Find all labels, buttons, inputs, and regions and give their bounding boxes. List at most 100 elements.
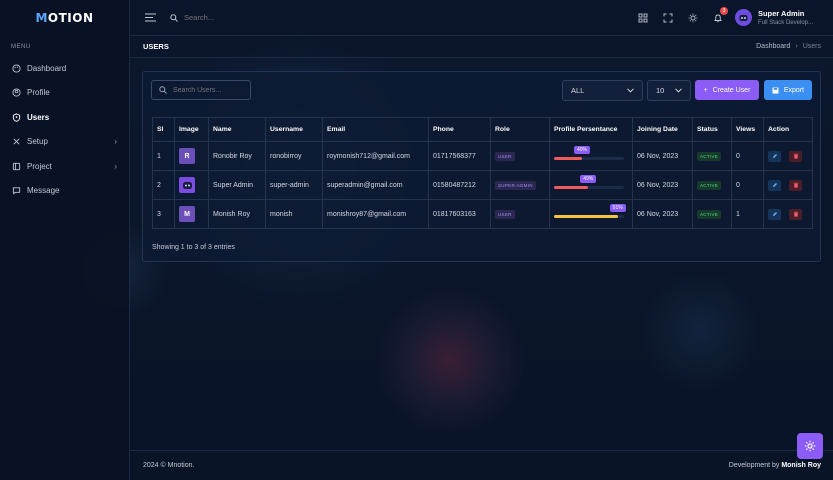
sidebar-item-project[interactable]: Project › [0, 154, 129, 179]
shield-user-icon [12, 113, 21, 122]
trash-icon [793, 211, 798, 217]
cell-role: SUPER-ADMIN [490, 170, 550, 200]
cell-views: 0 [731, 141, 764, 171]
chevron-down-icon [675, 88, 682, 93]
progress-label: 40% [573, 146, 591, 154]
cell-action [763, 170, 813, 200]
cell-sl: 2 [152, 170, 175, 200]
table-row[interactable]: 2 Super Admin super-admin superadmin@gma… [152, 170, 813, 200]
create-user-button[interactable]: + Create User [695, 80, 759, 100]
search-icon [170, 13, 178, 22]
column-header[interactable]: Views [731, 117, 764, 142]
table-row[interactable]: 1 R Ronobir Roy ronobirroy roymonish712@… [152, 141, 813, 171]
page-size-select[interactable]: 10 [647, 80, 691, 101]
column-header[interactable]: Phone [428, 117, 491, 142]
pagination-info: Showing 1 to 3 of 3 entries [152, 244, 235, 251]
profile-progress: 40% [554, 146, 624, 163]
breadcrumb-dashboard[interactable]: Dashboard [756, 43, 790, 50]
table-header-row: Sl Image Name Username Email Phone Role … [152, 117, 813, 142]
sidebar-item-message[interactable]: Message [0, 179, 129, 204]
column-header[interactable]: Name [208, 117, 266, 142]
search-users-field[interactable] [151, 80, 251, 100]
export-button[interactable]: Export [764, 80, 812, 100]
progress-fill [554, 215, 618, 218]
cell-views: 0 [731, 170, 764, 200]
topbar: 3 Super Admin Full Stack Develop... [130, 0, 833, 36]
column-header[interactable]: Profile Persentance [549, 117, 633, 142]
page-header: USERS Dashboard › Users [130, 36, 833, 58]
column-header[interactable]: Joining Date [632, 117, 693, 142]
sidebar-item-profile[interactable]: Profile [0, 81, 129, 106]
cell-joining-date: 06 Nov, 2023 [632, 199, 693, 229]
sidebar-item-users[interactable]: Users [0, 105, 129, 130]
save-icon [772, 87, 779, 93]
trash-icon [793, 182, 798, 188]
column-header[interactable]: Sl [152, 117, 175, 142]
sidebar-item-setup[interactable]: Setup › [0, 130, 129, 155]
column-header[interactable]: Image [174, 117, 209, 142]
cell-joining-date: 06 Nov, 2023 [632, 170, 693, 200]
cell-sl: 3 [152, 199, 175, 229]
cell-username: super-admin [265, 170, 323, 200]
breadcrumb: Dashboard › Users [756, 43, 821, 50]
column-header[interactable]: Email [322, 117, 429, 142]
role-badge: USER [495, 151, 515, 161]
edit-button[interactable] [768, 150, 781, 162]
menu-label: MENU [11, 44, 31, 50]
profile-progress: 91% [554, 204, 626, 221]
settings-button[interactable] [797, 433, 823, 459]
cell-phone: 01817603163 [428, 199, 491, 229]
sidebar-item-label: Users [27, 112, 50, 122]
role-filter-select[interactable]: ALL [562, 80, 643, 101]
pencil-icon [772, 154, 777, 158]
delete-button[interactable] [789, 179, 802, 191]
progress-label: 91% [609, 204, 626, 212]
sidebar-item-label: Dashboard [27, 63, 67, 73]
menu-toggle-icon[interactable] [145, 13, 156, 22]
user-menu[interactable]: Super Admin Full Stack Develop... [734, 9, 813, 26]
column-header[interactable]: Action [763, 117, 813, 142]
apps-grid-icon[interactable] [638, 13, 648, 23]
edit-button[interactable] [768, 208, 781, 220]
chevron-right-icon: › [114, 137, 117, 147]
search-input[interactable] [184, 13, 274, 22]
sidebar-item-dashboard[interactable]: Dashboard [0, 56, 129, 81]
robot-avatar-icon [179, 177, 195, 193]
cell-name: Ronobir Roy [208, 141, 266, 171]
sun-icon[interactable] [688, 13, 698, 23]
palette-icon [12, 64, 21, 73]
table-row[interactable]: 3 M Monish Roy monish monishroy87@gmail.… [152, 199, 813, 229]
cell-joining-date: 06 Nov, 2023 [632, 141, 693, 171]
cell-status: ACTIVE [692, 141, 732, 171]
cell-name: Monish Roy [208, 199, 266, 229]
progress-fill [554, 157, 582, 160]
cell-progress: 49% [549, 170, 633, 200]
sidebar: M OTION MENU Dashboard Profile Users Setu… [0, 0, 130, 480]
cell-views: 1 [731, 199, 764, 229]
search-users-input[interactable] [173, 86, 248, 94]
chevron-right-icon: › [114, 161, 117, 171]
edit-button[interactable] [768, 179, 781, 191]
delete-button[interactable] [789, 208, 802, 220]
cell-phone: 01717568377 [428, 141, 491, 171]
cell-status: ACTIVE [692, 199, 732, 229]
fullscreen-icon[interactable] [663, 13, 673, 23]
status-badge: ACTIVE [697, 151, 722, 161]
progress-label: 49% [580, 175, 597, 183]
notifications[interactable]: 3 [713, 6, 728, 23]
cell-progress: 40% [549, 141, 633, 171]
column-header[interactable]: Status [692, 117, 732, 142]
delete-button[interactable] [789, 150, 802, 162]
column-header[interactable]: Role [490, 117, 550, 142]
cell-status: ACTIVE [692, 170, 732, 200]
pencil-icon [772, 212, 777, 216]
logo[interactable]: M OTION [0, 0, 129, 36]
cell-phone: 01580487212 [428, 170, 491, 200]
users-table: Sl Image Name Username Email Phone Role … [152, 117, 813, 229]
cell-username: ronobirroy [265, 141, 323, 171]
column-header[interactable]: Username [265, 117, 323, 142]
robot-avatar-icon [739, 15, 748, 21]
sidebar-item-label: Setup [27, 137, 48, 147]
status-badge: ACTIVE [697, 180, 722, 190]
global-search[interactable] [170, 9, 280, 27]
